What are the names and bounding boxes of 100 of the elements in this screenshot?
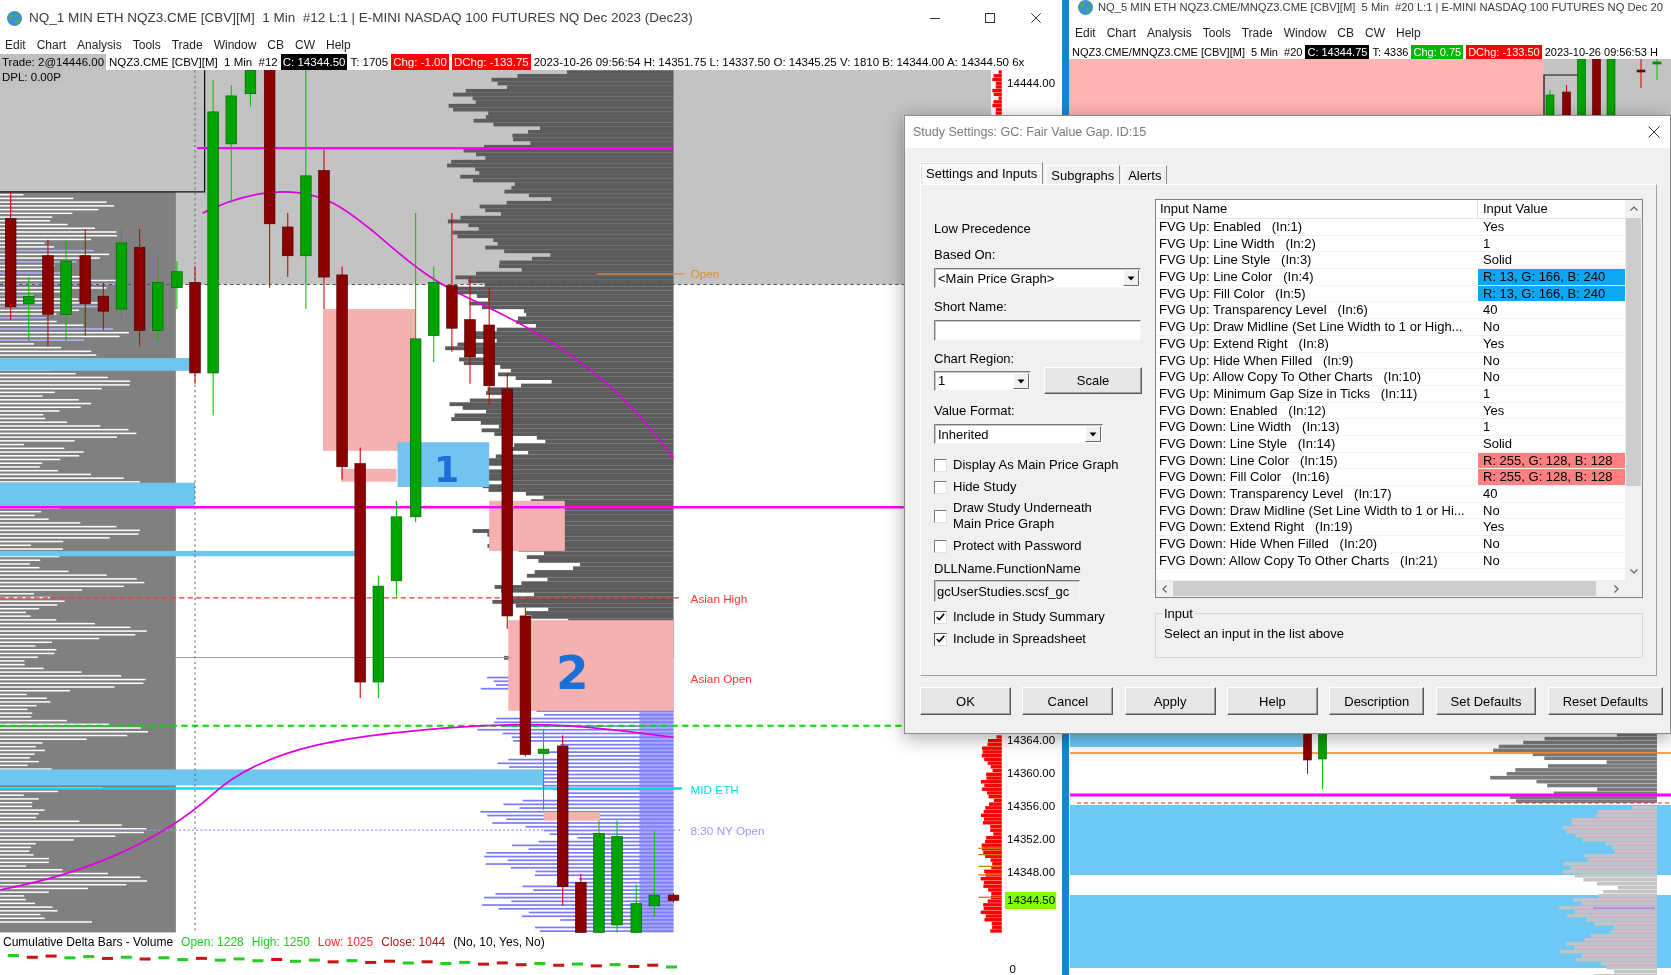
globe-icon <box>1078 0 1093 15</box>
candle <box>1606 59 1616 116</box>
tab[interactable]: Subgraphs <box>1045 165 1121 184</box>
name-cell[interactable]: FVG Up: Draw Midline (Set Line Width to 1 or High... <box>1156 319 1478 336</box>
delta-bar <box>8 954 19 957</box>
checkmark-icon <box>936 635 945 643</box>
menu-item[interactable]: Analysis <box>1147 26 1192 41</box>
value-cell[interactable]: R: 13, G: 166, B: 240 <box>1478 269 1625 286</box>
price-change-label: Chg: 0.75 <box>1411 45 1464 59</box>
price-label: 14356.00 <box>1007 800 1056 813</box>
price-label: 14364.00 <box>1007 734 1056 747</box>
candle <box>1577 59 1586 116</box>
candle <box>1636 59 1646 89</box>
menu-item[interactable]: Window <box>213 37 257 53</box>
option-label: Hide Study <box>953 479 1017 495</box>
name-cell[interactable]: FVG Up: Line Style (In:3) <box>1156 252 1478 270</box>
menu-item[interactable]: Chart <box>1106 26 1137 41</box>
candle <box>171 260 183 310</box>
dropdown-arrow-icon[interactable] <box>1123 270 1139 286</box>
checkbox[interactable] <box>934 509 947 523</box>
dpl-label: DPL: 0.00P <box>0 70 63 84</box>
study-value: High: 1250 <box>251 935 310 950</box>
dropdown-arrow-icon[interactable] <box>1085 426 1101 442</box>
name-cell[interactable]: FVG Down: Line Color (In:15) <box>1156 452 1478 470</box>
name-cell[interactable]: FVG Down: Line Style (In:14) <box>1156 435 1478 453</box>
column-header: Input Value <box>1482 200 1549 218</box>
quote-text: 2023-10-26 09:56:53 H <box>1544 45 1658 59</box>
menu-item[interactable]: Tools <box>1202 26 1231 41</box>
name-cell[interactable]: FVG Up: Extend Right (In:8) <box>1156 335 1478 353</box>
menu-item[interactable]: Help <box>1396 26 1421 41</box>
menu-item[interactable]: Edit <box>1075 26 1096 41</box>
dialog-button[interactable]: OK <box>920 687 1011 715</box>
dropdown[interactable]: 1 <box>934 370 1031 391</box>
horizontal-scrollbar[interactable] <box>1156 580 1625 597</box>
name-cell[interactable]: FVG Down: Draw Midline (Set Line Width to 1 or Hi... <box>1156 502 1478 520</box>
checkbox[interactable] <box>934 480 947 494</box>
name-cell[interactable]: FVG Down: Line Width (In:13) <box>1156 419 1478 436</box>
checkbox[interactable] <box>934 632 947 646</box>
menu-item[interactable]: CW <box>1365 26 1385 41</box>
chevron-left-icon[interactable] <box>1162 584 1167 593</box>
name-cell[interactable]: FVG Down: Allow Copy To Other Charts (In:21) <box>1156 552 1478 570</box>
name-cell[interactable]: FVG Up: Transparency Level (In:6) <box>1156 302 1478 320</box>
dialog-button[interactable]: Help <box>1226 687 1318 715</box>
name-cell[interactable]: FVG Up: Minimum Gap Size in Ticks (In:11) <box>1156 385 1478 403</box>
chevron-up-icon[interactable] <box>1629 206 1638 211</box>
price-change-label: DChg: -133.50 <box>1466 45 1542 59</box>
input-field[interactable]: gcUserStudies.scsf_gc <box>934 580 1080 602</box>
checkbox[interactable] <box>934 539 947 553</box>
name-cell[interactable]: FVG Down: Transparency Level (In:17) <box>1156 486 1478 503</box>
name-cell[interactable]: FVG Up: Enabled (In:1) <box>1156 219 1478 236</box>
delta-bar <box>327 960 339 964</box>
quote-text: NQZ3.CME/MNQZ3.CME [CBV][M] 5 Min #20 <box>1072 45 1303 59</box>
menu-item[interactable]: Trade <box>1241 26 1273 41</box>
close-button[interactable] <box>1648 126 1660 138</box>
dialog-button[interactable]: Set Defaults <box>1435 687 1537 715</box>
menu-item[interactable]: Help <box>326 37 351 53</box>
menu-item[interactable]: Tools <box>132 37 161 53</box>
input-field[interactable] <box>934 320 1141 341</box>
tab[interactable]: Alerts <box>1122 165 1168 184</box>
name-cell[interactable]: FVG Up: Hide When Filled (In:9) <box>1156 352 1478 370</box>
menu-item[interactable]: CB <box>267 37 284 53</box>
checkbox[interactable] <box>934 610 947 624</box>
candle <box>1318 732 1327 790</box>
value-cell[interactable]: R: 255, G: 128, B: 128 <box>1478 469 1625 486</box>
dialog-button[interactable]: Apply <box>1124 687 1216 715</box>
menu-item[interactable]: Trade <box>171 37 203 53</box>
name-cell[interactable]: FVG Up: Line Color (In:4) <box>1156 269 1478 286</box>
dropdown[interactable]: Inherited <box>934 424 1103 444</box>
delta-bar <box>402 961 414 965</box>
delta-bar <box>158 956 170 960</box>
name-cell[interactable]: FVG Down: Enabled (In:12) <box>1156 402 1478 420</box>
chevron-right-icon[interactable] <box>1614 584 1619 593</box>
scrollbar-thumb[interactable] <box>1626 218 1641 486</box>
name-cell[interactable]: FVG Up: Line Width (In:2) <box>1156 235 1478 253</box>
menu-item[interactable]: Analysis <box>77 37 122 53</box>
dropdown-arrow-icon[interactable] <box>1013 372 1029 389</box>
quote-text: 2023-10-26 09:56:54 H: 14351.75 L: 14337.50 O: 14345.25 V: 1810 B: 14344.00 A: 14344.50 6x <box>533 55 1025 70</box>
menu-item[interactable]: CB <box>1337 26 1354 41</box>
scale-button[interactable]: Scale <box>1044 367 1142 394</box>
tab[interactable]: Settings and Inputs <box>920 162 1044 184</box>
checkbox[interactable] <box>934 458 947 472</box>
vertical-scrollbar[interactable] <box>1625 200 1642 580</box>
menu-item[interactable]: CW <box>295 37 315 53</box>
name-cell[interactable]: FVG Up: Allow Copy To Other Charts (In:10) <box>1156 369 1478 386</box>
chevron-down-icon[interactable] <box>1629 569 1638 574</box>
name-cell[interactable]: FVG Down: Hide When Filled (In:20) <box>1156 536 1478 553</box>
dialog-button[interactable]: Cancel <box>1022 687 1114 715</box>
dialog-button[interactable]: Description <box>1329 687 1425 715</box>
scrollbar-thumb[interactable] <box>1173 581 1596 596</box>
menu-item[interactable]: Window <box>1283 26 1327 41</box>
name-cell[interactable]: FVG Up: Fill Color (In:5) <box>1156 285 1478 303</box>
dialog-button[interactable]: Reset Defaults <box>1547 687 1663 715</box>
dropdown[interactable]: <Main Price Graph> <box>934 268 1141 288</box>
name-cell[interactable]: FVG Down: Extend Right (In:19) <box>1156 519 1478 537</box>
name-cell[interactable]: FVG Down: Fill Color (In:16) <box>1156 469 1478 486</box>
menu-item[interactable]: Edit <box>5 37 26 53</box>
menu-item[interactable]: Chart <box>36 37 67 53</box>
field-label: Chart Region: <box>934 350 1015 368</box>
level-label: MID ETH <box>690 782 739 796</box>
current-price-label: 14344.50 <box>1005 891 1057 909</box>
